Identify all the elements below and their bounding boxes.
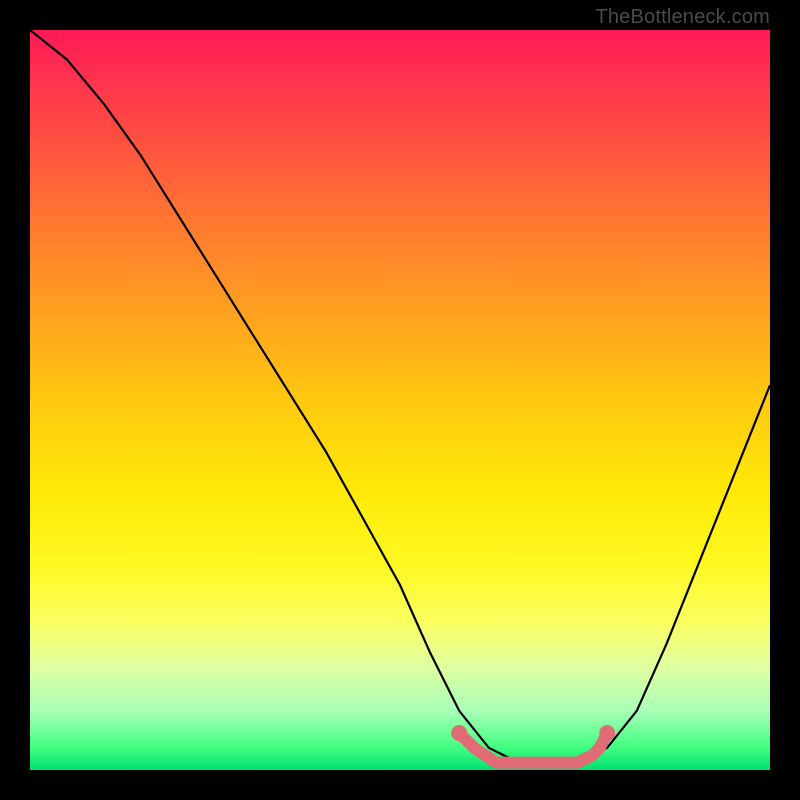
plot-area [30,30,770,770]
chart-svg [30,30,770,770]
marker-end-dot [599,725,615,741]
curve-line [30,30,770,763]
chart-frame: TheBottleneck.com [0,0,800,800]
attribution-label: TheBottleneck.com [595,6,770,29]
marker-start-dot [451,725,467,741]
bottleneck-curve [30,30,770,763]
